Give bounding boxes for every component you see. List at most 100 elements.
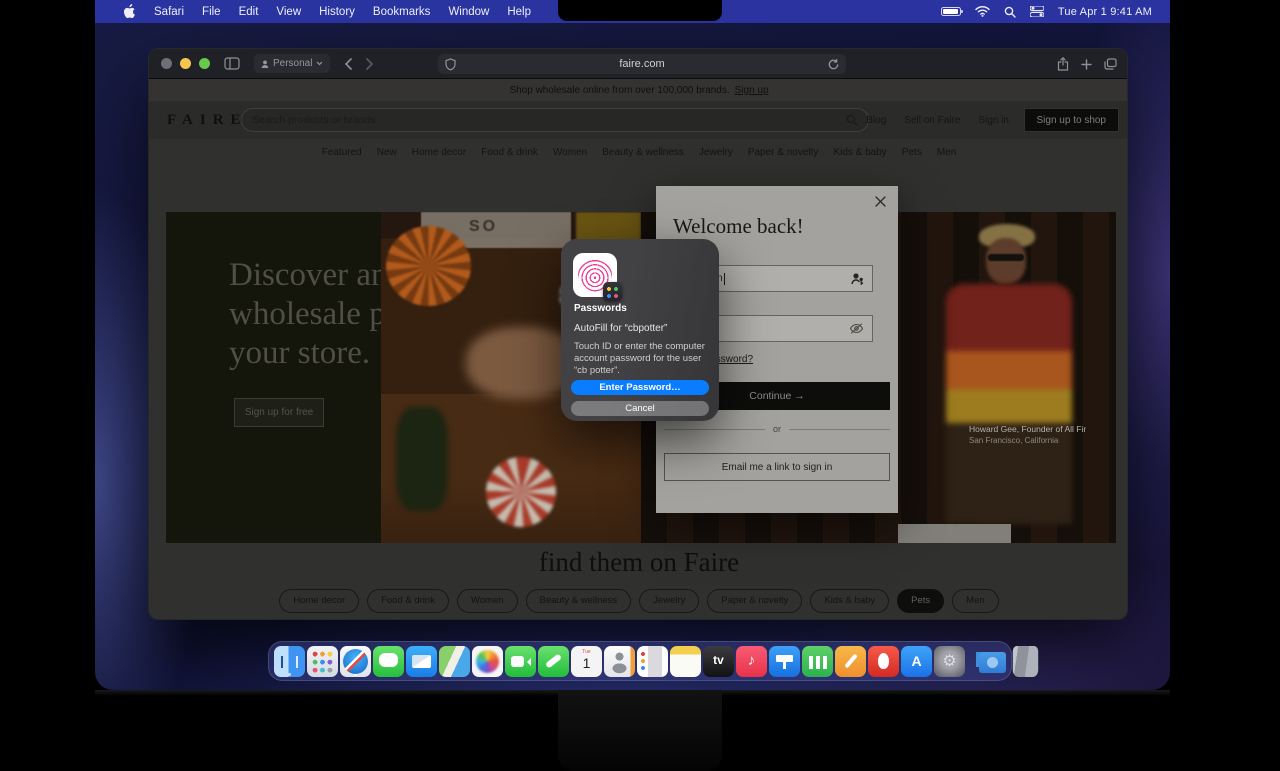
header-link[interactable]: Sell on Faire — [904, 115, 960, 126]
dock-music-icon[interactable] — [736, 645, 767, 677]
dock-notes-icon[interactable] — [670, 645, 701, 677]
modal-title: Welcome back! — [673, 214, 804, 238]
new-tab-icon[interactable] — [1081, 58, 1092, 70]
nav-item[interactable]: Food & drink — [481, 147, 538, 158]
menu-item-history[interactable]: History — [319, 6, 355, 18]
category-nav: Featured New Home decor Food & drink Women Be… — [149, 139, 1127, 166]
menu-item-safari[interactable]: Safari — [154, 6, 184, 18]
minimize-window-button[interactable] — [180, 58, 191, 69]
close-window-button[interactable] — [161, 58, 172, 69]
dock-downloads-icon[interactable] — [977, 646, 1008, 677]
nav-item[interactable]: Kids & baby — [833, 147, 886, 158]
dock-appstore-icon[interactable] — [901, 645, 932, 677]
dock-pages-icon[interactable] — [835, 645, 866, 677]
menu-item-file[interactable]: File — [202, 6, 221, 18]
category-pill[interactable]: Paper & novelty — [707, 589, 803, 613]
dock-photos-icon[interactable] — [472, 645, 503, 677]
header-link[interactable]: Blog — [866, 115, 886, 126]
dock-reminders-icon[interactable] — [637, 645, 668, 677]
dock — [268, 641, 1039, 681]
nav-item[interactable]: Home decor — [412, 147, 466, 158]
dock-rocket-icon[interactable] — [868, 645, 899, 677]
category-pill[interactable]: Kids & baby — [810, 589, 890, 613]
profile-switcher[interactable]: Personal — [254, 54, 331, 73]
category-pill[interactable]: Jewelry — [639, 589, 700, 613]
close-icon[interactable] — [875, 196, 886, 207]
zoom-window-button[interactable] — [199, 58, 210, 69]
section-heading: find them on Faire — [538, 547, 740, 577]
dock-launchpad-icon[interactable] — [307, 645, 338, 677]
dock-mail-icon[interactable] — [406, 645, 437, 677]
dialog-body-text: Touch ID or enter the computer account p… — [574, 341, 705, 376]
photo-garland — [396, 407, 448, 511]
or-divider: or — [664, 424, 890, 434]
sidebar-toggle-icon[interactable] — [224, 57, 240, 70]
profile-label: Personal — [273, 58, 313, 69]
category-pill[interactable]: Pets — [897, 589, 945, 613]
nav-item[interactable]: New — [377, 147, 397, 158]
reload-icon[interactable] — [828, 58, 839, 70]
nav-item[interactable]: Jewelry — [699, 147, 733, 158]
share-icon[interactable] — [1057, 57, 1069, 71]
control-center-icon[interactable] — [1029, 6, 1044, 17]
nav-item[interactable]: Men — [937, 147, 956, 158]
menu-item-bookmarks[interactable]: Bookmarks — [373, 6, 431, 18]
dock-finder-icon[interactable] — [274, 645, 305, 677]
dock-safari-icon[interactable] — [340, 645, 371, 677]
enter-password-button[interactable]: Enter Password… — [571, 380, 709, 395]
back-button[interactable] — [344, 57, 353, 70]
menu-item-edit[interactable]: Edit — [239, 6, 259, 18]
menu-bar-clock[interactable]: Tue Apr 1 9:41 AM — [1058, 6, 1152, 18]
dock-calendar-icon[interactable] — [571, 645, 602, 677]
toolbar-right — [1057, 49, 1117, 79]
menu-item-view[interactable]: View — [276, 6, 301, 18]
address-bar[interactable]: faire.com — [438, 54, 846, 74]
forward-button[interactable] — [366, 57, 374, 70]
product-search-input[interactable]: Search products or brands — [241, 108, 869, 132]
dock-numbers-icon[interactable] — [802, 645, 833, 677]
category-pill[interactable]: Women — [456, 589, 518, 613]
tab-overview-icon[interactable] — [1104, 58, 1117, 70]
nav-item[interactable]: Beauty & wellness — [602, 147, 684, 158]
nav-item[interactable]: Paper & novelty — [748, 147, 819, 158]
category-pill[interactable]: Food & drink — [367, 589, 449, 613]
passkey-icon[interactable] — [851, 272, 864, 285]
founder-sweater — [946, 284, 1072, 524]
nav-item[interactable]: Pets — [902, 147, 922, 158]
menu-item-window[interactable]: Window — [448, 6, 489, 18]
wifi-icon[interactable] — [975, 6, 990, 17]
battery-icon[interactable] — [940, 7, 963, 16]
dock-keynote-icon[interactable] — [769, 645, 800, 677]
email-link-signin-button[interactable]: Email me a link to sign in — [664, 453, 890, 481]
dock-trash-icon[interactable] — [1012, 645, 1039, 677]
dock-phone-icon[interactable] — [538, 645, 569, 677]
dock-contacts-icon[interactable] — [604, 645, 635, 677]
menu-item-help[interactable]: Help — [507, 6, 531, 18]
dock-maps-icon[interactable] — [439, 645, 470, 677]
category-pill[interactable]: Home decor — [279, 589, 360, 613]
header-link[interactable]: Sign in — [978, 115, 1009, 126]
text-caret — [723, 272, 725, 285]
apple-menu-icon[interactable] — [123, 4, 136, 19]
spotlight-search-icon[interactable] — [1004, 6, 1016, 18]
promo-signup-link[interactable]: Sign up — [735, 85, 769, 96]
faire-logo[interactable]: FAIRE — [149, 112, 248, 129]
category-pill[interactable]: Men — [952, 589, 999, 613]
nav-item[interactable]: Women — [553, 147, 587, 158]
signup-free-button[interactable]: Sign up for free — [234, 398, 324, 427]
cancel-button[interactable]: Cancel — [571, 401, 709, 416]
header-links: Blog Sell on Faire Sign in — [866, 101, 1009, 139]
dock-messages-icon[interactable] — [373, 645, 404, 677]
person-icon — [261, 60, 269, 68]
dock-apps — [274, 645, 965, 677]
chevron-down-icon — [317, 61, 323, 66]
dock-settings-icon[interactable] — [934, 645, 965, 677]
signup-to-shop-button[interactable]: Sign up to shop — [1023, 108, 1119, 132]
founder-caption: Howard Gee, Founder of All Fir San Franc… — [969, 424, 1116, 446]
dock-tv-icon[interactable] — [703, 645, 734, 677]
privacy-shield-icon[interactable] — [445, 57, 456, 71]
category-pill[interactable]: Beauty & wellness — [525, 589, 632, 613]
dock-facetime-icon[interactable] — [505, 645, 536, 677]
show-password-eye-icon[interactable] — [849, 323, 864, 334]
nav-item[interactable]: Featured — [322, 147, 362, 158]
